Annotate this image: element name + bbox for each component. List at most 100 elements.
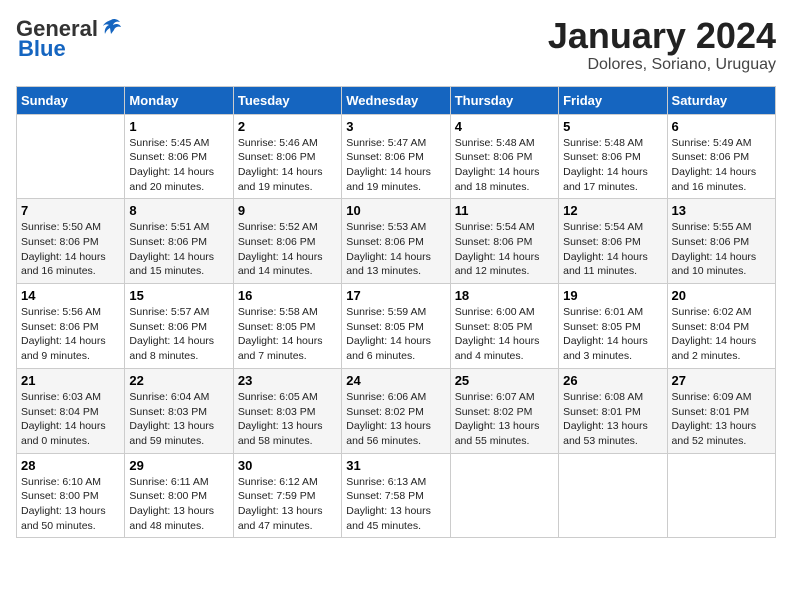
day-number: 9: [238, 203, 337, 218]
calendar-day-cell: 11 Sunrise: 5:54 AM Sunset: 8:06 PM Dayli…: [450, 199, 558, 284]
calendar-day-cell: 18 Sunrise: 6:00 AM Sunset: 8:05 PM Dayli…: [450, 284, 558, 369]
day-number: 31: [346, 458, 445, 473]
calendar-week-row: 28 Sunrise: 6:10 AM Sunset: 8:00 PM Dayli…: [17, 453, 776, 538]
day-number: 17: [346, 288, 445, 303]
day-number: 16: [238, 288, 337, 303]
logo-blue-text: Blue: [16, 36, 66, 62]
day-number: 11: [455, 203, 554, 218]
day-info: Sunrise: 5:49 AM Sunset: 8:06 PM Dayligh…: [672, 137, 757, 193]
day-info: Sunrise: 6:06 AM Sunset: 8:02 PM Dayligh…: [346, 391, 431, 447]
day-info: Sunrise: 5:53 AM Sunset: 8:06 PM Dayligh…: [346, 221, 431, 277]
calendar-day-cell: 4Sunrise: 5:48 AM Sunset: 8:06 PM Daylig…: [450, 114, 558, 199]
calendar-day-cell: 25 Sunrise: 6:07 AM Sunset: 8:02 PM Dayli…: [450, 368, 558, 453]
day-number: 18: [455, 288, 554, 303]
day-number: 25: [455, 373, 554, 388]
calendar-day-cell: 17Sunrise: 5:59 AM Sunset: 8:05 PM Dayli…: [342, 284, 450, 369]
day-info: Sunrise: 5:54 AM Sunset: 8:06 PM Dayligh…: [563, 221, 648, 277]
day-number: 12: [563, 203, 662, 218]
weekday-header-sunday: Sunday: [17, 86, 125, 114]
calendar-header-row: SundayMondayTuesdayWednesdayThursdayFrid…: [17, 86, 776, 114]
calendar-day-cell: 8 Sunrise: 5:51 AM Sunset: 8:06 PM Daylig…: [125, 199, 233, 284]
day-info: Sunrise: 5:48 AM Sunset: 8:06 PM Dayligh…: [563, 137, 648, 193]
calendar-day-cell: 22 Sunrise: 6:04 AM Sunset: 8:03 PM Dayli…: [125, 368, 233, 453]
weekday-header-saturday: Saturday: [667, 86, 775, 114]
day-number: 8: [129, 203, 228, 218]
day-number: 20: [672, 288, 771, 303]
day-number: 28: [21, 458, 120, 473]
calendar-day-cell: 15Sunrise: 5:57 AM Sunset: 8:06 PM Dayli…: [125, 284, 233, 369]
empty-day-cell: [17, 114, 125, 199]
calendar-day-cell: 2 Sunrise: 5:46 AM Sunset: 8:06 PM Daylig…: [233, 114, 341, 199]
day-info: Sunrise: 6:04 AM Sunset: 8:03 PM Dayligh…: [129, 391, 214, 447]
day-info: Sunrise: 6:13 AM Sunset: 7:58 PM Dayligh…: [346, 476, 431, 532]
day-info: Sunrise: 5:58 AM Sunset: 8:05 PM Dayligh…: [238, 306, 323, 362]
day-info: Sunrise: 6:05 AM Sunset: 8:03 PM Dayligh…: [238, 391, 323, 447]
weekday-header-tuesday: Tuesday: [233, 86, 341, 114]
calendar-day-cell: 24 Sunrise: 6:06 AM Sunset: 8:02 PM Dayli…: [342, 368, 450, 453]
day-info: Sunrise: 6:03 AM Sunset: 8:04 PM Dayligh…: [21, 391, 106, 447]
day-number: 14: [21, 288, 120, 303]
weekday-header-thursday: Thursday: [450, 86, 558, 114]
calendar-day-cell: 31 Sunrise: 6:13 AM Sunset: 7:58 PM Dayli…: [342, 453, 450, 538]
day-info: Sunrise: 5:54 AM Sunset: 8:06 PM Dayligh…: [455, 221, 540, 277]
day-info: Sunrise: 6:11 AM Sunset: 8:00 PM Dayligh…: [129, 476, 214, 532]
day-info: Sunrise: 5:51 AM Sunset: 8:06 PM Dayligh…: [129, 221, 214, 277]
calendar-day-cell: 26 Sunrise: 6:08 AM Sunset: 8:01 PM Dayli…: [559, 368, 667, 453]
calendar-day-cell: 19Sunrise: 6:01 AM Sunset: 8:05 PM Dayli…: [559, 284, 667, 369]
calendar-day-cell: 27 Sunrise: 6:09 AM Sunset: 8:01 PM Dayli…: [667, 368, 775, 453]
calendar-day-cell: 28 Sunrise: 6:10 AM Sunset: 8:00 PM Dayli…: [17, 453, 125, 538]
calendar-day-cell: 20 Sunrise: 6:02 AM Sunset: 8:04 PM Dayli…: [667, 284, 775, 369]
calendar-day-cell: 21 Sunrise: 6:03 AM Sunset: 8:04 PM Dayli…: [17, 368, 125, 453]
day-info: Sunrise: 6:07 AM Sunset: 8:02 PM Dayligh…: [455, 391, 540, 447]
day-number: 6: [672, 119, 771, 134]
day-number: 26: [563, 373, 662, 388]
calendar-day-cell: 6 Sunrise: 5:49 AM Sunset: 8:06 PM Daylig…: [667, 114, 775, 199]
calendar-day-cell: 14Sunrise: 5:56 AM Sunset: 8:06 PM Dayli…: [17, 284, 125, 369]
day-info: Sunrise: 5:45 AM Sunset: 8:06 PM Dayligh…: [129, 137, 214, 193]
day-number: 30: [238, 458, 337, 473]
day-info: Sunrise: 6:00 AM Sunset: 8:05 PM Dayligh…: [455, 306, 540, 362]
calendar-day-cell: 12 Sunrise: 5:54 AM Sunset: 8:06 PM Dayli…: [559, 199, 667, 284]
calendar-week-row: 1Sunrise: 5:45 AM Sunset: 8:06 PM Daylig…: [17, 114, 776, 199]
day-number: 3: [346, 119, 445, 134]
logo: General Blue: [16, 16, 122, 62]
day-number: 24: [346, 373, 445, 388]
day-number: 27: [672, 373, 771, 388]
day-info: Sunrise: 5:57 AM Sunset: 8:06 PM Dayligh…: [129, 306, 214, 362]
day-info: Sunrise: 6:10 AM Sunset: 8:00 PM Dayligh…: [21, 476, 106, 532]
calendar-week-row: 7Sunrise: 5:50 AM Sunset: 8:06 PM Daylig…: [17, 199, 776, 284]
calendar-week-row: 21 Sunrise: 6:03 AM Sunset: 8:04 PM Dayli…: [17, 368, 776, 453]
calendar-day-cell: 3 Sunrise: 5:47 AM Sunset: 8:06 PM Daylig…: [342, 114, 450, 199]
day-number: 5: [563, 119, 662, 134]
day-info: Sunrise: 5:47 AM Sunset: 8:06 PM Dayligh…: [346, 137, 431, 193]
calendar-day-cell: 30Sunrise: 6:12 AM Sunset: 7:59 PM Dayli…: [233, 453, 341, 538]
calendar-day-cell: 1Sunrise: 5:45 AM Sunset: 8:06 PM Daylig…: [125, 114, 233, 199]
calendar-day-cell: 29 Sunrise: 6:11 AM Sunset: 8:00 PM Dayli…: [125, 453, 233, 538]
empty-day-cell: [559, 453, 667, 538]
day-info: Sunrise: 5:48 AM Sunset: 8:06 PM Dayligh…: [455, 137, 540, 193]
title-block: January 2024 Dolores, Soriano, Uruguay: [548, 16, 776, 74]
day-info: Sunrise: 5:46 AM Sunset: 8:06 PM Dayligh…: [238, 137, 323, 193]
day-info: Sunrise: 6:02 AM Sunset: 8:04 PM Dayligh…: [672, 306, 757, 362]
empty-day-cell: [667, 453, 775, 538]
calendar-day-cell: 7Sunrise: 5:50 AM Sunset: 8:06 PM Daylig…: [17, 199, 125, 284]
day-info: Sunrise: 6:08 AM Sunset: 8:01 PM Dayligh…: [563, 391, 648, 447]
logo-bird-icon: [100, 16, 122, 38]
day-info: Sunrise: 6:09 AM Sunset: 8:01 PM Dayligh…: [672, 391, 757, 447]
day-number: 23: [238, 373, 337, 388]
day-info: Sunrise: 5:52 AM Sunset: 8:06 PM Dayligh…: [238, 221, 323, 277]
day-info: Sunrise: 5:55 AM Sunset: 8:06 PM Dayligh…: [672, 221, 757, 277]
weekday-header-friday: Friday: [559, 86, 667, 114]
calendar-table: SundayMondayTuesdayWednesdayThursdayFrid…: [16, 86, 776, 539]
day-number: 19: [563, 288, 662, 303]
calendar-subtitle: Dolores, Soriano, Uruguay: [548, 56, 776, 74]
day-number: 2: [238, 119, 337, 134]
weekday-header-wednesday: Wednesday: [342, 86, 450, 114]
page-header: General Blue January 2024 Dolores, Soria…: [16, 16, 776, 74]
weekday-header-monday: Monday: [125, 86, 233, 114]
day-number: 21: [21, 373, 120, 388]
calendar-week-row: 14Sunrise: 5:56 AM Sunset: 8:06 PM Dayli…: [17, 284, 776, 369]
day-number: 22: [129, 373, 228, 388]
day-number: 7: [21, 203, 120, 218]
day-number: 29: [129, 458, 228, 473]
